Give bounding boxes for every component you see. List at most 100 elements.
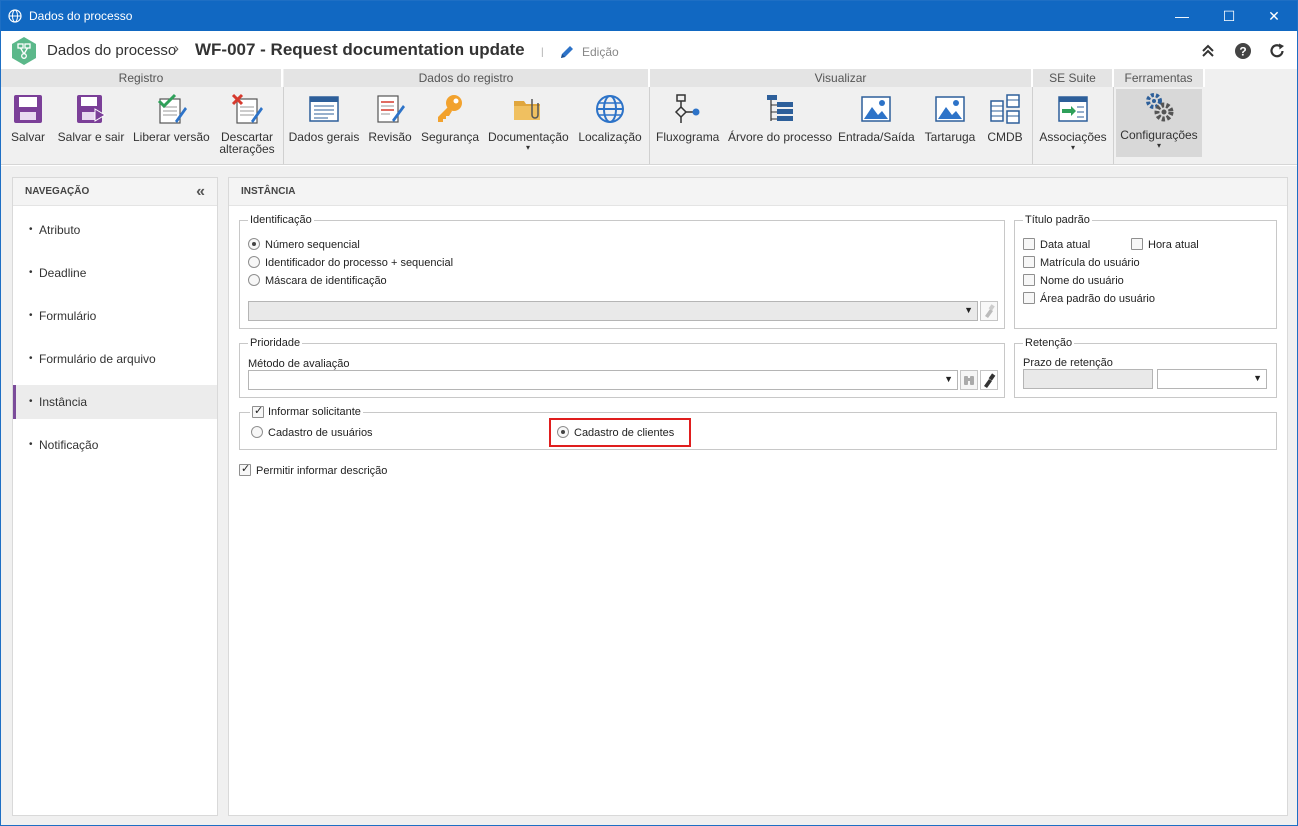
dropdown-arrow-icon: ▼ <box>944 374 953 384</box>
search-button[interactable] <box>960 370 978 390</box>
ribbon-toolbar: Registro Salvar Salvar e sair Liberar ve… <box>1 69 1297 165</box>
input-output-icon <box>861 96 891 122</box>
brush-icon <box>984 373 996 388</box>
page-title: WF-007 - Request documentation update <box>195 40 525 59</box>
prioridade-group: Prioridade Método de avaliação ▼ <box>239 336 1005 398</box>
radio-identificador-processo[interactable] <box>248 256 260 268</box>
close-button[interactable]: ✕ <box>1251 1 1297 31</box>
clear-button[interactable] <box>980 370 998 390</box>
cmdb-icon <box>990 94 1020 124</box>
release-version-button[interactable]: Liberar versão <box>133 91 210 161</box>
security-button[interactable]: Segurança <box>421 91 479 161</box>
checkbox-hora-atual[interactable] <box>1131 238 1143 250</box>
discard-changes-icon <box>231 93 263 124</box>
radio-label: Identificador do processo + sequencial <box>265 257 454 269</box>
dropdown-caret-icon: ▾ <box>525 143 530 152</box>
checkbox-matricula-usuario[interactable] <box>1023 256 1035 268</box>
nav-item-atributo[interactable]: • Atributo <box>13 213 217 247</box>
metodo-avaliacao-label: Método de avaliação <box>248 358 350 370</box>
identificacao-group: Identificação Número sequencial Identifi… <box>239 213 1005 329</box>
nav-item-formulario-arquivo[interactable]: • Formulário de arquivo <box>13 342 217 376</box>
save-and-exit-button[interactable]: Salvar e sair <box>56 91 126 161</box>
dropdown-caret-icon: ▾ <box>1156 141 1161 150</box>
revision-button[interactable]: Revisão <box>366 91 414 161</box>
navigation-header: NAVEGAÇÃO « <box>13 178 217 206</box>
save-button[interactable]: Salvar <box>8 91 48 161</box>
general-data-icon <box>309 96 339 122</box>
nav-item-formulario[interactable]: • Formulário <box>13 299 217 333</box>
radio-label: Número sequencial <box>265 239 360 251</box>
save-icon <box>14 95 42 123</box>
section-title: INSTÂNCIA <box>229 178 1287 206</box>
radio-mascara-identificacao[interactable] <box>248 274 260 286</box>
titulo-padrao-legend: Título padrão <box>1023 213 1092 227</box>
settings-button[interactable]: Configurações ▾ <box>1116 89 1202 157</box>
associations-button[interactable]: Associações ▾ <box>1037 91 1109 161</box>
brush-icon <box>985 304 995 318</box>
header-divider: | <box>541 47 544 58</box>
breadcrumb-root[interactable]: Dados do processo <box>47 42 176 59</box>
maximize-button[interactable]: ☐ <box>1206 1 1252 31</box>
process-tree-button[interactable]: Árvore do processo <box>728 91 832 161</box>
checkbox-label: Hora atual <box>1148 239 1199 251</box>
process-logo-icon <box>12 37 36 65</box>
ribbon-group-title: Dados do registro <box>284 69 650 87</box>
collapse-up-icon[interactable] <box>1199 42 1217 60</box>
nav-item-notificacao[interactable]: • Notificação <box>13 428 217 462</box>
mask-select[interactable]: ▼ <box>248 301 978 321</box>
refresh-icon[interactable] <box>1268 42 1286 60</box>
input-output-button[interactable]: Entrada/Saída <box>838 91 915 161</box>
app-globe-icon <box>8 9 22 23</box>
ribbon-group-registro: Registro Salvar Salvar e sair Liberar ve… <box>1 69 283 164</box>
checkbox-label: Permitir informar descrição <box>256 465 388 477</box>
discard-changes-button[interactable]: Descartar alterações <box>216 91 278 161</box>
ribbon-group-se-suite: SE Suite Associações ▾ <box>1033 69 1114 164</box>
binoculars-icon <box>964 376 974 385</box>
checkbox-label: Matrícula do usuário <box>1040 257 1140 269</box>
documentation-button[interactable]: Documentação ▾ <box>488 91 569 161</box>
checkbox-label: Data atual <box>1040 239 1091 251</box>
nav-item-instancia[interactable]: • Instância <box>13 385 217 419</box>
dropdown-arrow-icon: ▼ <box>964 305 973 315</box>
prioridade-legend: Prioridade <box>248 336 303 350</box>
collapse-panel-icon[interactable]: « <box>196 178 205 206</box>
ribbon-group-title: SE Suite <box>1033 69 1114 87</box>
window-title: Dados do processo <box>29 9 133 23</box>
process-tree-icon <box>767 95 793 121</box>
minimize-button[interactable]: — <box>1159 1 1205 31</box>
radio-label: Cadastro de clientes <box>574 427 675 439</box>
ribbon-group-dados-registro: Dados do registro Dados gerais Revisão S… <box>284 69 650 164</box>
mask-edit-button[interactable] <box>980 301 998 321</box>
prazo-retencao-label: Prazo de retenção <box>1023 357 1113 369</box>
checkbox-informar-solicitante[interactable] <box>252 404 264 418</box>
release-version-icon <box>157 93 187 124</box>
radio-label: Cadastro de usuários <box>268 427 373 439</box>
associations-icon <box>1058 96 1088 122</box>
checkbox-permitir-descricao[interactable] <box>239 462 251 476</box>
breadcrumb-separator: › <box>174 40 179 57</box>
window-titlebar: Dados do processo — ☐ ✕ <box>1 1 1297 31</box>
metodo-avaliacao-select[interactable]: ▼ <box>248 370 958 390</box>
mode-label: Edição <box>582 45 619 59</box>
prazo-retencao-unit-select[interactable]: ▼ <box>1157 369 1267 389</box>
radio-cadastro-usuarios[interactable] <box>251 426 263 438</box>
localization-button[interactable]: Localização <box>577 91 643 161</box>
help-icon[interactable]: ? <box>1234 42 1252 60</box>
flowchart-button[interactable]: Fluxograma <box>656 91 719 161</box>
radio-cadastro-clientes[interactable] <box>557 426 569 438</box>
checkbox-label: Nome do usuário <box>1040 275 1124 287</box>
prazo-retencao-input[interactable] <box>1023 369 1153 389</box>
checkbox-area-padrao[interactable] <box>1023 292 1035 304</box>
turtle-diagram-button[interactable]: Tartaruga <box>922 91 978 161</box>
radio-numero-sequencial[interactable] <box>248 238 260 250</box>
cmdb-button[interactable]: CMDB <box>984 91 1026 161</box>
globe-icon <box>596 95 624 123</box>
nav-item-deadline[interactable]: • Deadline <box>13 256 217 290</box>
folder-attachment-icon <box>514 99 540 120</box>
content-panel: INSTÂNCIA Identificação Número sequencia… <box>228 177 1288 816</box>
checkbox-data-atual[interactable] <box>1023 238 1035 250</box>
titulo-padrao-group: Título padrão Data atual Hora atual Matr… <box>1014 213 1277 329</box>
svg-text:?: ? <box>1239 45 1246 59</box>
general-data-button[interactable]: Dados gerais <box>288 91 360 161</box>
checkbox-nome-usuario[interactable] <box>1023 274 1035 286</box>
